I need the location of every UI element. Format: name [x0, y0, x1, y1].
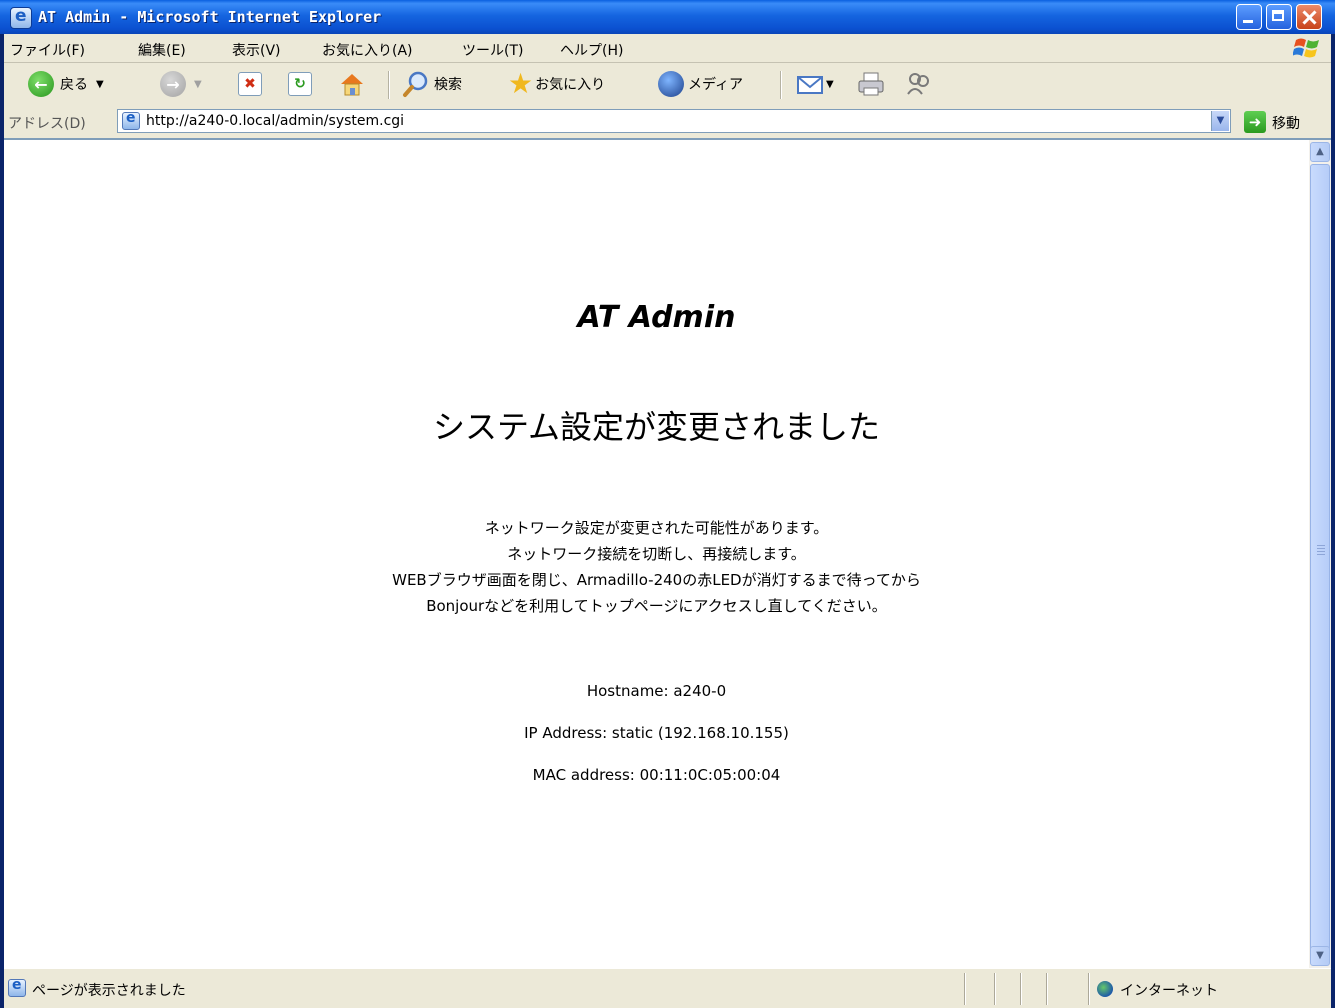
mail-button[interactable]: ▼: [796, 69, 834, 99]
address-label: アドレス(D): [8, 116, 86, 132]
status-divider: [964, 973, 966, 1005]
scroll-up-icon[interactable]: ▲: [1310, 142, 1330, 162]
print-button[interactable]: [856, 69, 886, 99]
star-icon: ★: [508, 67, 534, 100]
security-zone-label: インターネット: [1120, 983, 1218, 999]
menu-view[interactable]: 表示(V): [232, 40, 281, 60]
back-label: 戻る: [60, 77, 88, 93]
search-label: 検索: [434, 77, 462, 93]
status-divider: [1046, 973, 1048, 1005]
maximize-button[interactable]: [1266, 4, 1292, 30]
hostname-text: Hostname: a240-0: [586, 682, 727, 700]
message-line: ネットワーク接続を切断し、再接続します。: [507, 545, 806, 563]
stop-icon: ✖: [238, 72, 262, 96]
printer-icon: [858, 72, 884, 96]
page-body: AT Admin システム設定が変更されました ネットワーク設定が変更された可能…: [4, 140, 1309, 968]
chevron-down-icon[interactable]: ▼: [826, 79, 834, 90]
refresh-icon: ↻: [288, 72, 312, 96]
vertical-scrollbar[interactable]: ▲ ▼: [1309, 140, 1331, 968]
page-heading: システム設定が変更されました: [432, 408, 881, 446]
menu-favorites[interactable]: お気に入り(A): [322, 40, 413, 60]
chevron-down-icon[interactable]: ▼: [96, 79, 104, 90]
page-content: AT Admin システム設定が変更されました ネットワーク設定が変更された可能…: [4, 138, 1331, 968]
address-url[interactable]: http://a240-0.local/admin/system.cgi: [146, 113, 404, 129]
favorites-button[interactable]: ★ お気に入り: [508, 69, 605, 99]
windows-logo-icon: [1293, 38, 1319, 58]
chevron-down-icon[interactable]: ▼: [194, 79, 202, 90]
status-divider: [1088, 973, 1090, 1005]
scrollbar-thumb[interactable]: [1310, 164, 1330, 954]
menu-bar: ファイル(F) 編集(E) 表示(V) お気に入り(A) ツール(T) ヘルプ(…: [4, 34, 1331, 63]
standard-toolbar: ← 戻る ▼ → ▼ ✖ ↻ 検索 ★ お気に入り メディア ▼: [4, 62, 1331, 106]
menu-file[interactable]: ファイル(F): [10, 40, 85, 60]
messenger-button[interactable]: [904, 69, 934, 99]
message-line: Bonjourなどを利用してトップページにアクセスし直してください。: [426, 597, 887, 615]
media-icon: [658, 71, 684, 97]
internet-zone-icon: [1097, 981, 1113, 997]
home-button[interactable]: [338, 69, 366, 99]
page-icon: [122, 110, 140, 130]
toolbar-separator: [388, 71, 390, 99]
forward-button[interactable]: → ▼: [160, 69, 202, 99]
ie-icon: [10, 6, 32, 29]
message-line: ネットワーク設定が変更された可能性があります。: [484, 519, 829, 537]
go-button[interactable]: 移動: [1272, 113, 1300, 133]
title-bar[interactable]: AT Admin - Microsoft Internet Explorer: [0, 0, 1335, 34]
menu-edit[interactable]: 編集(E): [138, 40, 186, 60]
status-text: ページが表示されました: [32, 983, 186, 999]
toolbar-separator: [780, 71, 782, 99]
favorites-label: お気に入り: [535, 77, 606, 93]
message-block: ネットワーク設定が変更された可能性があります。 ネットワーク接続を切断し、再接続…: [4, 515, 1309, 619]
media-label: メディア: [688, 77, 744, 93]
status-divider: [1020, 973, 1022, 1005]
scroll-down-icon[interactable]: ▼: [1310, 946, 1330, 966]
window-title: AT Admin - Microsoft Internet Explorer: [38, 8, 382, 26]
chevron-down-icon[interactable]: ▼: [1211, 111, 1229, 131]
forward-arrow-icon: →: [160, 71, 186, 97]
refresh-button[interactable]: ↻: [288, 69, 312, 99]
stop-button[interactable]: ✖: [238, 69, 262, 99]
back-button[interactable]: ← 戻る ▼: [28, 69, 104, 99]
page-title: AT Admin: [577, 300, 736, 335]
status-bar: ページが表示されました インターネット: [4, 968, 1331, 1008]
media-button[interactable]: メディア: [658, 69, 743, 99]
menu-help[interactable]: ヘルプ(H): [560, 40, 623, 60]
page-status-icon: [8, 977, 26, 997]
back-arrow-icon: ←: [28, 71, 54, 97]
minimize-button[interactable]: [1236, 4, 1262, 30]
menu-tools[interactable]: ツール(T): [462, 40, 523, 60]
search-icon: [403, 71, 428, 97]
go-arrow-icon[interactable]: ➜: [1244, 111, 1266, 133]
grip-icon: [1317, 545, 1325, 546]
search-button[interactable]: 検索: [402, 69, 462, 99]
messenger-icon: [907, 73, 929, 95]
home-icon: [341, 74, 363, 96]
close-button[interactable]: [1296, 4, 1322, 30]
browser-window: AT Admin - Microsoft Internet Explorer フ…: [0, 0, 1335, 1008]
status-divider: [994, 973, 996, 1005]
ip-address-text: IP Address: static (192.168.10.155): [524, 724, 789, 742]
message-line: WEBブラウザ画面を閉じ、Armadillo-240の赤LEDが消灯するまで待っ…: [392, 571, 921, 589]
address-input[interactable]: http://a240-0.local/admin/system.cgi ▼: [117, 109, 1231, 133]
mac-address-text: MAC address: 00:11:0C:05:00:04: [532, 766, 781, 784]
mail-icon: [797, 76, 823, 94]
address-bar: アドレス(D) http://a240-0.local/admin/system…: [4, 104, 1331, 138]
